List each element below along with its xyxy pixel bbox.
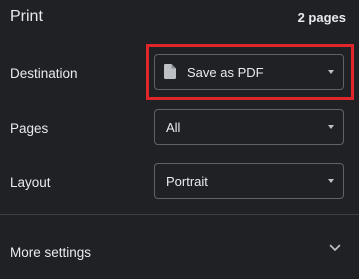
layout-label: Layout (10, 175, 51, 190)
chevron-down-icon (329, 244, 341, 251)
layout-value: Portrait (166, 174, 208, 189)
pages-value: All (166, 120, 181, 135)
file-icon (164, 64, 176, 79)
pages-select[interactable]: All (154, 109, 344, 145)
more-settings-label: More settings (10, 245, 92, 260)
caret-down-icon (328, 179, 334, 183)
print-header: Print 2 pages (0, 0, 359, 36)
page-count: 2 pages (297, 10, 346, 25)
caret-down-icon (328, 70, 334, 74)
caret-down-icon (328, 125, 334, 129)
destination-label: Destination (10, 66, 78, 81)
layout-row: Layout Portrait (0, 163, 359, 203)
print-title: Print (10, 8, 43, 25)
layout-select[interactable]: Portrait (154, 163, 344, 199)
section-divider (0, 214, 359, 215)
pages-label: Pages (10, 121, 49, 136)
destination-row: Destination Save as PDF (0, 54, 359, 94)
print-settings-panel: Print 2 pages Destination Save as PDF Pa… (0, 0, 359, 279)
pages-row: Pages All (0, 109, 359, 149)
more-settings-toggle[interactable]: More settings (0, 232, 359, 272)
destination-select[interactable]: Save as PDF (154, 54, 344, 90)
destination-value: Save as PDF (187, 65, 264, 80)
